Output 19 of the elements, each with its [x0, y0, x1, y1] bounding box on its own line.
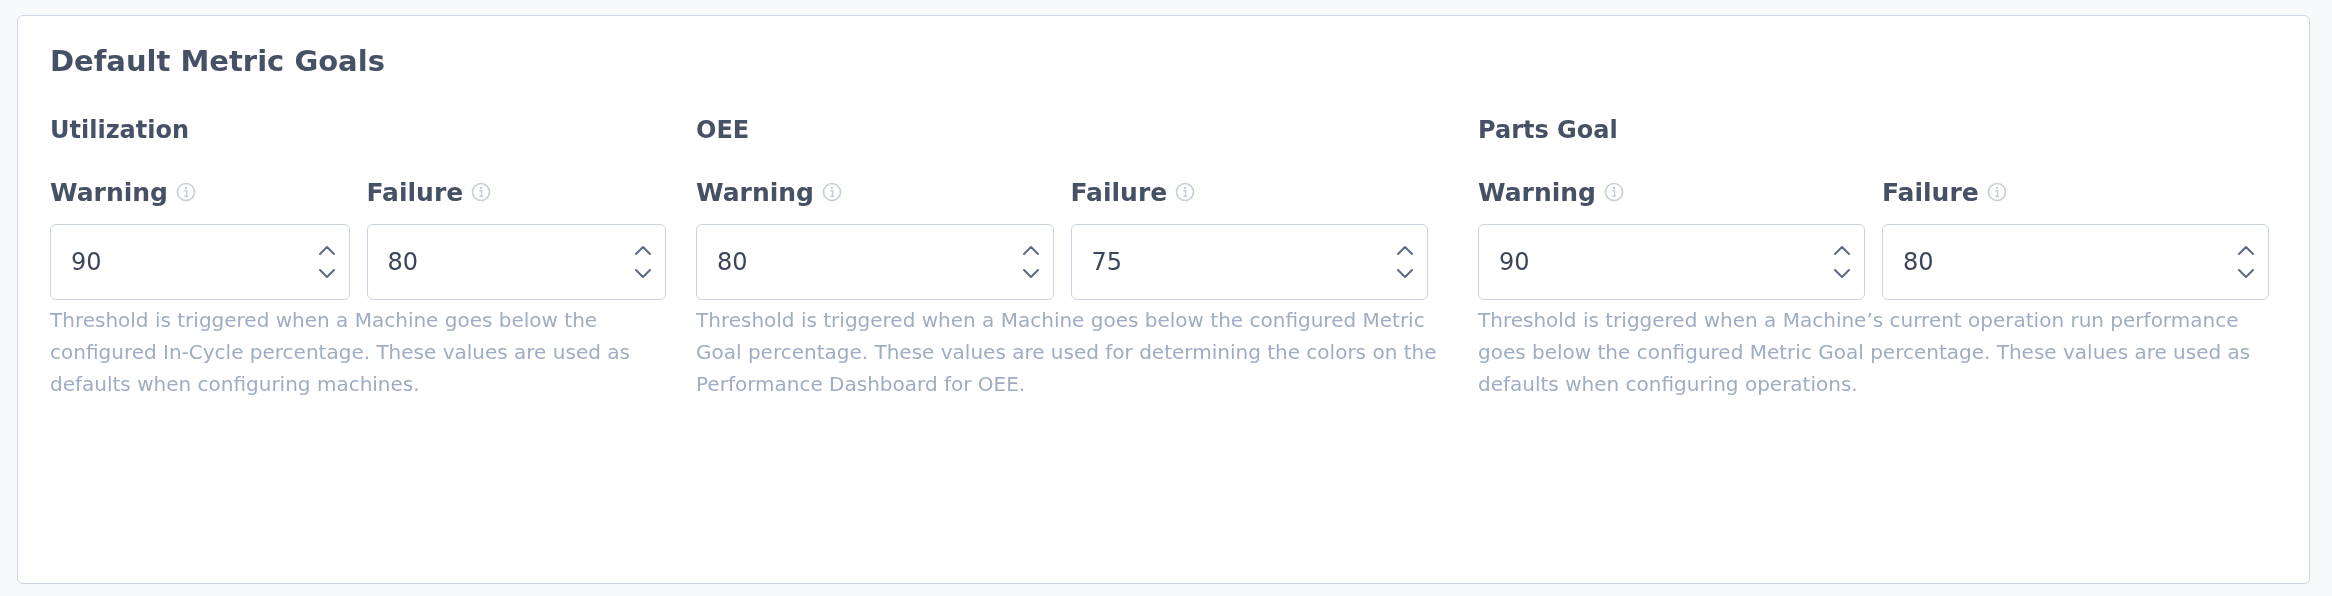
- section-title: Utilization: [50, 116, 191, 144]
- field-label: Warning: [696, 177, 814, 207]
- section-title: Parts Goal: [1478, 116, 1619, 144]
- field-label: Failure: [1882, 177, 1979, 207]
- number-field[interactable]: 80: [696, 224, 1054, 300]
- number-field[interactable]: 90: [50, 224, 350, 300]
- field-label: Warning: [1478, 177, 1596, 207]
- section-title: OEE: [696, 116, 751, 144]
- hint-text: Threshold is triggered when a Machine’s current operation run performance goes below the configured Metric Goal percentage. These values are used as defaults when configuring operations.: [1478, 307, 2252, 398]
- hint-text: Threshold is triggered when a Machine goes below the configured In-Cycle percentage. These values are used as defaults when configuring machines.: [50, 307, 631, 398]
- field-label: Failure: [1070, 177, 1168, 207]
- number-field[interactable]: 80: [1882, 224, 2269, 300]
- card-title: Default Metric Goals: [50, 44, 386, 78]
- number-field[interactable]: 90: [1478, 224, 1865, 300]
- number-field[interactable]: 80: [366, 224, 666, 300]
- field-label: Failure: [366, 177, 464, 207]
- hint-text: Threshold is triggered when a Machine goes below the configured Metric Goal percentage. These values are used for determining the colors on the Performance Dashboard for OEE.: [696, 307, 1438, 398]
- number-field[interactable]: 75: [1070, 224, 1428, 300]
- field-label: Warning: [50, 177, 168, 207]
